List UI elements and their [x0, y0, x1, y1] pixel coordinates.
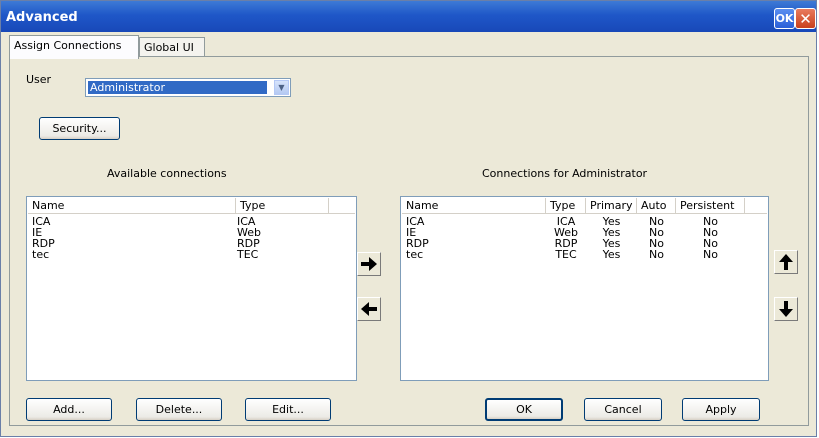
edit-button[interactable]: Edit... [245, 398, 331, 421]
window-title: Advanced [6, 10, 78, 25]
move-up-button[interactable] [774, 250, 798, 274]
connection-name-cell[interactable]: tec [406, 249, 423, 260]
move-right-button[interactable] [357, 252, 381, 276]
apply-button[interactable]: Apply [682, 398, 760, 421]
title-bar: Advanced OK ✕ [1, 1, 816, 32]
title-ok-button[interactable]: OK [774, 8, 795, 29]
column-header-name[interactable]: Name [28, 198, 236, 213]
connection-persistent-cell[interactable]: No [676, 249, 745, 260]
connection-type-cell[interactable]: TEC [546, 249, 586, 260]
user-select[interactable]: Administrator ▼ [85, 78, 291, 97]
ok-button[interactable]: OK [485, 398, 563, 421]
cancel-button-label: Cancel [604, 403, 642, 416]
column-header-type[interactable]: Type [546, 198, 586, 213]
delete-button[interactable]: Delete... [136, 398, 222, 421]
close-icon: ✕ [799, 9, 812, 28]
arrow-up-icon [779, 254, 793, 270]
available-connections-list[interactable]: Name Type ICA ICA IE Web RDP RDP tec TEC [26, 196, 357, 381]
delete-button-label: Delete... [155, 403, 203, 416]
edit-button-label: Edit... [272, 403, 304, 416]
column-header-type[interactable]: Type [236, 198, 329, 213]
column-header-name[interactable]: Name [402, 198, 546, 213]
header-divider [402, 213, 767, 214]
arrow-left-icon [361, 302, 377, 316]
user-select-value: Administrator [88, 81, 267, 94]
move-down-button[interactable] [774, 297, 798, 321]
close-button[interactable]: ✕ [795, 8, 816, 29]
add-button-label: Add... [53, 403, 85, 416]
available-connections-title: Available connections [107, 167, 227, 180]
column-header-primary[interactable]: Primary [586, 198, 637, 213]
assigned-connections-list[interactable]: Name Type Primary Auto Persistent ICA ICA… [400, 196, 769, 381]
add-button[interactable]: Add... [26, 398, 112, 421]
arrow-down-icon [779, 301, 793, 317]
security-button[interactable]: Security... [39, 117, 120, 140]
connection-auto-cell[interactable]: No [637, 249, 676, 260]
cancel-button[interactable]: Cancel [584, 398, 662, 421]
ok-button-label: OK [516, 403, 532, 416]
connection-primary-cell[interactable]: Yes [586, 249, 637, 260]
arrow-right-icon [361, 257, 377, 271]
column-header-persistent[interactable]: Persistent [676, 198, 745, 213]
advanced-window: Advanced OK ✕ Assign Connections Global … [0, 0, 817, 437]
tab-global-ui-label: Global UI [144, 41, 194, 54]
title-ok-label: OK [775, 12, 794, 25]
tab-assign-connections[interactable]: Assign Connections [9, 35, 139, 59]
tab-panel: User Administrator ▼ Security... Availab… [9, 56, 809, 426]
chevron-down-icon[interactable]: ▼ [274, 80, 289, 95]
connection-name-cell[interactable]: tec [32, 249, 49, 260]
user-label: User [26, 73, 52, 86]
security-button-label: Security... [52, 122, 107, 135]
move-left-button[interactable] [357, 297, 381, 321]
apply-button-label: Apply [705, 403, 737, 416]
assigned-connections-title: Connections for Administrator [482, 167, 648, 180]
tab-assign-connections-label: Assign Connections [14, 39, 122, 52]
header-divider [28, 213, 355, 214]
connection-type-cell[interactable]: TEC [237, 249, 258, 260]
column-header-auto[interactable]: Auto [637, 198, 676, 213]
tab-global-ui[interactable]: Global UI [139, 37, 205, 58]
